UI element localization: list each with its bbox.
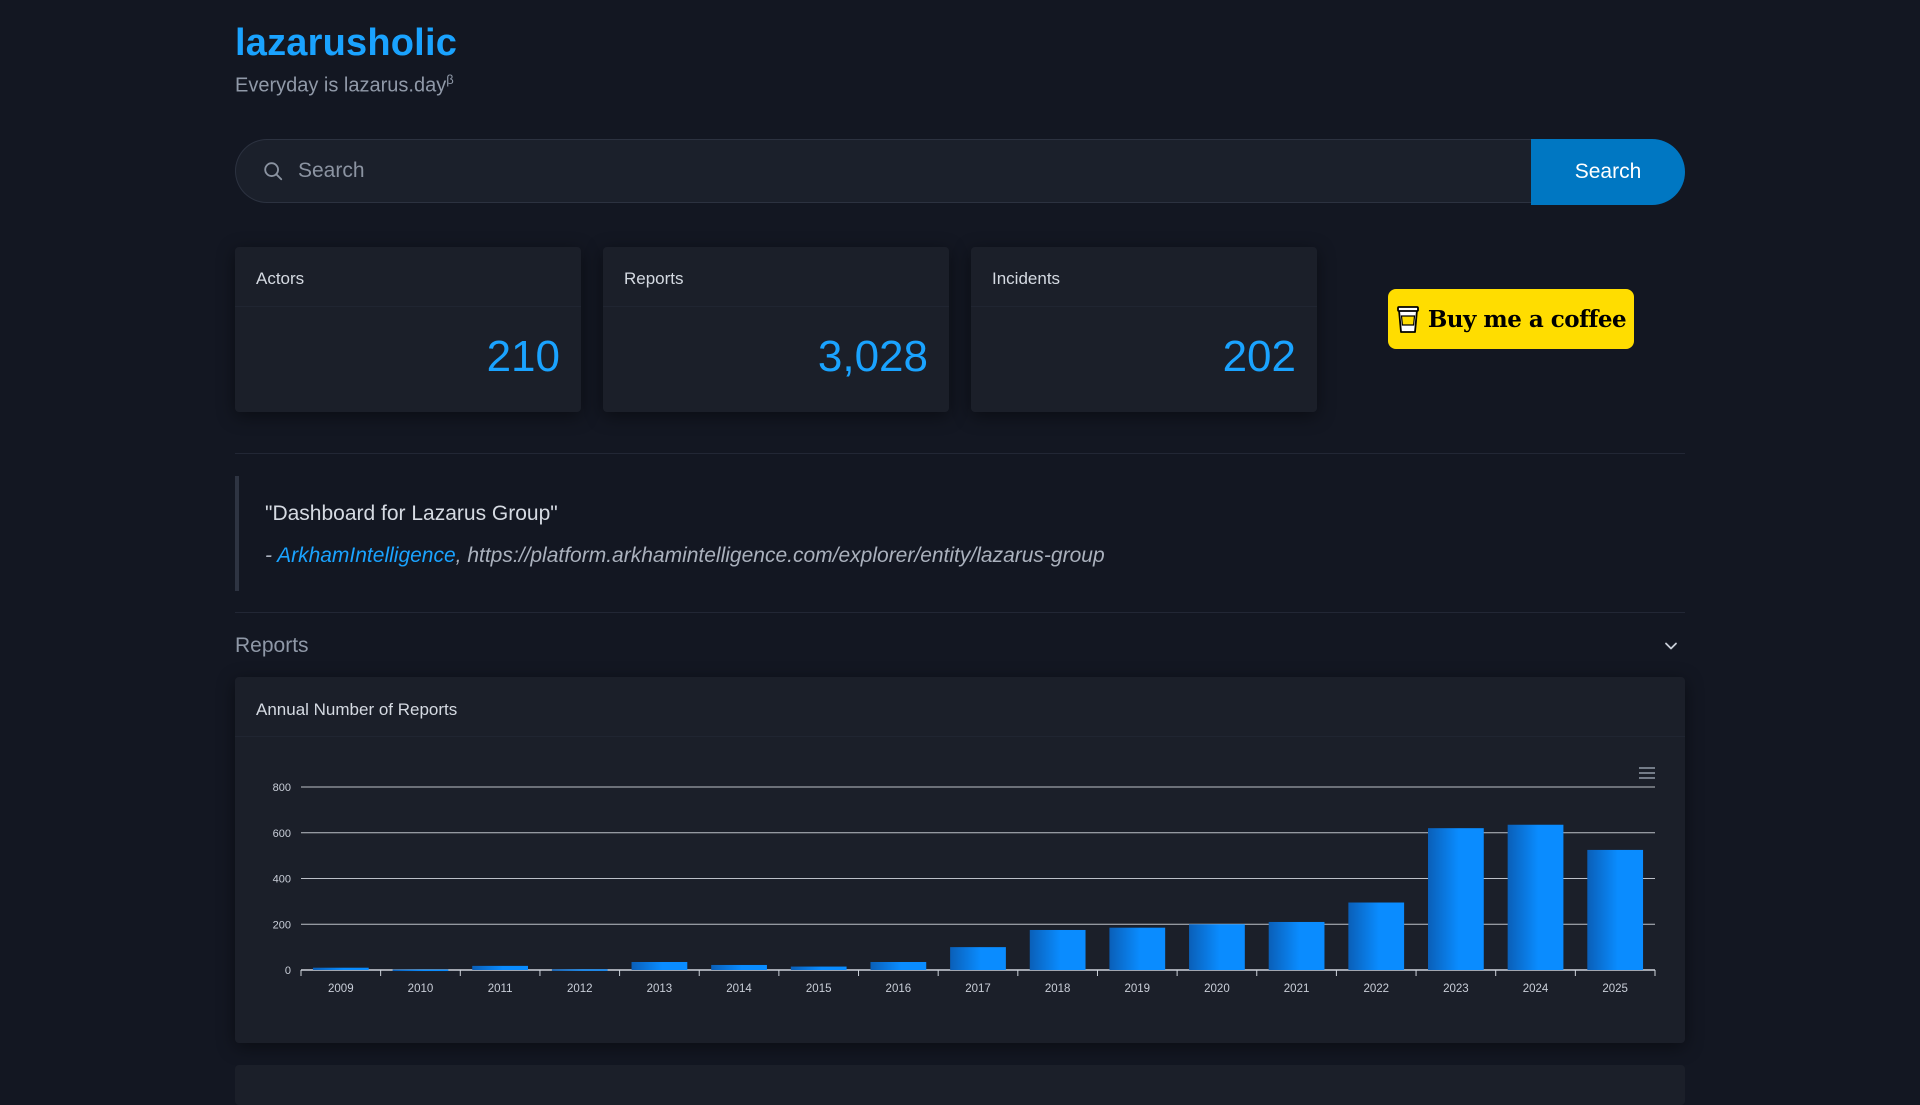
x-tick-label: 2009	[328, 983, 354, 995]
bar	[472, 965, 528, 970]
x-tick-label: 2022	[1363, 983, 1389, 995]
bar	[392, 969, 449, 972]
bar	[950, 947, 1006, 970]
x-tick-label: 2014	[726, 983, 752, 995]
quote-dash: -	[265, 544, 278, 567]
y-tick-label: 600	[273, 828, 291, 840]
y-tick-label: 200	[273, 919, 291, 931]
next-card	[235, 1065, 1685, 1105]
x-tick-label: 2010	[408, 983, 434, 995]
bar	[1348, 902, 1405, 970]
coffee-cup-icon	[1396, 306, 1419, 333]
tagline-beta-mark: β	[446, 72, 454, 87]
site-title[interactable]: lazarusholic	[235, 22, 457, 65]
divider	[235, 612, 1685, 613]
bar	[1268, 921, 1325, 970]
bar	[631, 961, 688, 970]
stat-value: 210	[486, 332, 560, 381]
reports-section-title: Reports	[235, 634, 309, 657]
search-field[interactable]	[235, 139, 1531, 203]
search-icon	[264, 162, 283, 181]
x-tick-label: 2021	[1284, 983, 1310, 995]
quote-separator: ,	[455, 544, 468, 567]
stat-card-actors[interactable]: Actors 210	[235, 247, 581, 412]
y-tick-label: 800	[273, 782, 291, 794]
x-tick-label: 2016	[886, 983, 912, 995]
chevron-down-icon[interactable]	[1663, 638, 1679, 654]
buy-me-a-coffee-label: Buy me a coffee	[1427, 305, 1627, 333]
bar	[312, 967, 369, 970]
x-tick-label: 2011	[488, 983, 513, 995]
search-input[interactable]	[296, 158, 1531, 184]
bar	[1428, 828, 1484, 970]
x-tick-label: 2012	[567, 983, 593, 995]
site-tagline: Everyday is lazarus.dayβ	[235, 72, 454, 98]
stats-cards: Actors 210 Reports 3,028 Incidents 202	[235, 247, 1317, 412]
x-tick-label: 2025	[1602, 983, 1628, 995]
quote-text: "Dashboard for Lazarus Group"	[265, 502, 558, 525]
x-tick-label: 2019	[1124, 983, 1150, 995]
stat-value: 3,028	[817, 332, 928, 381]
bar	[1587, 849, 1644, 970]
bar	[790, 966, 847, 970]
y-tick-label: 0	[285, 965, 291, 977]
bar	[1189, 924, 1245, 970]
reports-section-header[interactable]: Reports	[235, 630, 1685, 662]
x-tick-label: 2017	[965, 983, 991, 995]
x-tick-label: 2013	[647, 983, 673, 995]
buy-me-a-coffee-button[interactable]: Buy me a coffee	[1388, 289, 1634, 349]
x-tick-label: 2015	[806, 983, 832, 995]
quote-source: - ArkhamIntelligence, https://platform.a…	[265, 544, 1105, 568]
x-tick-label: 2023	[1443, 983, 1469, 995]
search-bar: Search	[235, 139, 1685, 205]
quote-url: https://platform.arkhamintelligence.com/…	[467, 544, 1105, 567]
bar	[551, 969, 608, 971]
stat-card-incidents[interactable]: Incidents 202	[971, 247, 1317, 412]
bar	[870, 961, 927, 970]
search-button[interactable]: Search	[1531, 139, 1685, 205]
y-tick-label: 400	[273, 874, 291, 886]
stat-value: 202	[1222, 332, 1296, 381]
stat-label: Incidents	[971, 247, 1317, 307]
bar	[1029, 929, 1086, 970]
stat-label: Actors	[235, 247, 581, 307]
bar	[711, 964, 767, 970]
reports-chart-card: Annual Number of Reports 0 200 400 600 800 20…	[235, 677, 1685, 1043]
x-tick-label: 2018	[1045, 983, 1071, 995]
stat-label: Reports	[603, 247, 949, 307]
reports-bar-chart: 0 200 400 600 800 2009 2010 2011 2012 2013 2014 201…	[273, 782, 1656, 995]
x-tick-label: 2024	[1523, 983, 1549, 995]
tagline-text: Everyday is lazarus.day	[235, 74, 447, 97]
divider	[235, 453, 1685, 454]
bar	[1507, 824, 1564, 970]
stat-card-reports[interactable]: Reports 3,028	[603, 247, 949, 412]
x-tick-label: 2020	[1204, 983, 1230, 995]
quote-block: "Dashboard for Lazarus Group" - ArkhamIn…	[235, 476, 1685, 591]
quote-author-link[interactable]: ArkhamIntelligence	[277, 544, 456, 567]
bar	[1109, 927, 1166, 970]
